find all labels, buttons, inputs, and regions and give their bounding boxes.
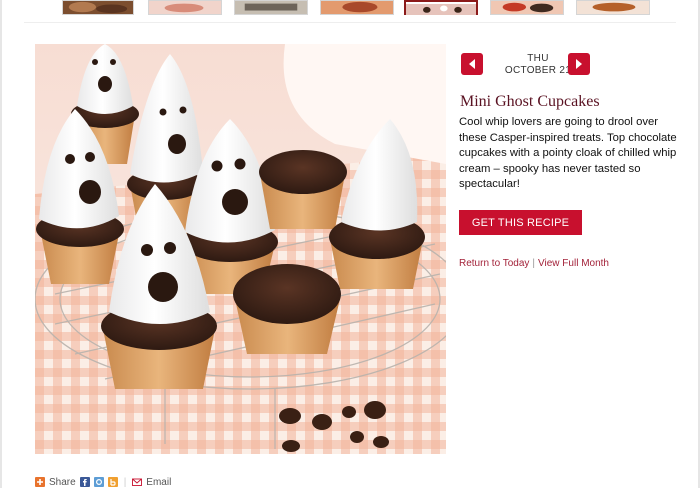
bookmark-icon[interactable] bbox=[107, 477, 118, 487]
return-to-today-link[interactable]: Return to Today bbox=[459, 258, 529, 269]
email-icon bbox=[132, 478, 143, 486]
strip-divider bbox=[24, 22, 676, 23]
share-link[interactable]: Share bbox=[49, 477, 76, 488]
recipe-panel: THU OCTOBER 21 Mini Ghost Cupcakes Cool … bbox=[458, 44, 688, 344]
next-day-button[interactable] bbox=[568, 53, 590, 75]
view-full-month-link[interactable]: View Full Month bbox=[538, 258, 609, 269]
thumbnail-5-selected[interactable] bbox=[404, 0, 478, 15]
thumbnail-strip bbox=[50, 0, 670, 18]
stumbleupon-icon[interactable] bbox=[93, 477, 104, 487]
email-link[interactable]: Email bbox=[146, 477, 171, 488]
share-bar: Share | Email bbox=[35, 477, 171, 488]
chevron-right-icon bbox=[576, 59, 582, 69]
thumbnail-4[interactable] bbox=[320, 0, 394, 15]
share-separator: | bbox=[123, 477, 127, 488]
thumbnail-1[interactable] bbox=[62, 0, 134, 15]
thumbnail-6[interactable] bbox=[490, 0, 564, 15]
share-plus-icon bbox=[35, 477, 45, 487]
left-frame-border bbox=[0, 0, 2, 488]
recipe-photo[interactable] bbox=[35, 44, 446, 454]
chevron-left-icon bbox=[469, 59, 475, 69]
recipe-title: Mini Ghost Cupcakes bbox=[460, 93, 600, 110]
facebook-icon[interactable] bbox=[79, 477, 90, 487]
calendar-links: Return to Today | View Full Month bbox=[459, 258, 609, 269]
recipe-description: Cool whip lovers are going to drool over… bbox=[459, 116, 677, 190]
thumbnail-7[interactable] bbox=[576, 0, 650, 15]
plain-cupcake-1 bbox=[259, 150, 347, 229]
link-separator: | bbox=[532, 258, 536, 269]
plain-cupcake-2 bbox=[233, 264, 341, 354]
previous-day-button[interactable] bbox=[461, 53, 483, 75]
get-recipe-button[interactable]: GET THIS RECIPE bbox=[459, 210, 582, 235]
thumbnail-2[interactable] bbox=[148, 0, 222, 15]
thumbnail-3[interactable] bbox=[234, 0, 308, 15]
